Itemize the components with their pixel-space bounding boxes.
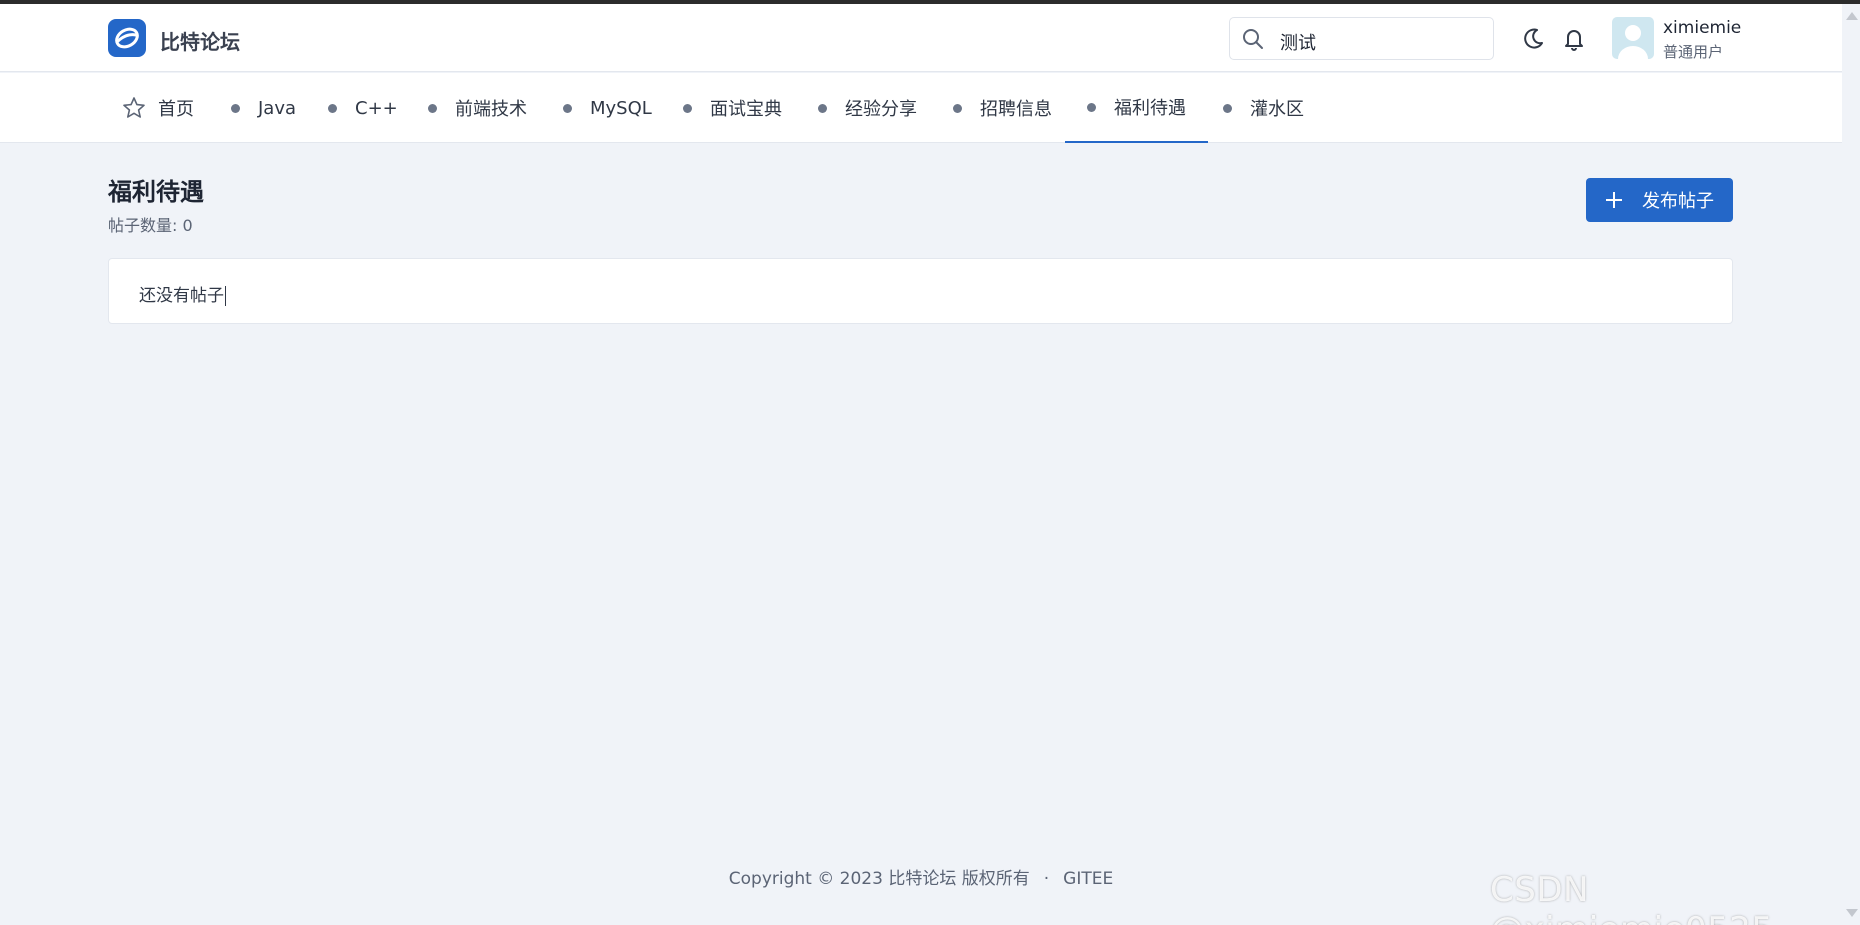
brand-name[interactable]: 比特论坛 — [160, 26, 240, 55]
bullet-icon — [231, 103, 240, 113]
nav-label: Java — [258, 97, 297, 119]
bullet-icon — [1223, 103, 1232, 113]
nav-item-chat[interactable]: 灌水区 — [1223, 73, 1304, 143]
nav-item-home[interactable]: 首页 — [122, 73, 194, 143]
bullet-icon — [428, 103, 437, 113]
copyright-text: Copyright © 2023 比特论坛 版权所有 — [728, 869, 1030, 889]
nav-item-java[interactable]: Java — [231, 73, 296, 143]
search-input[interactable]: 测试 — [1280, 29, 1316, 55]
nav-item-frontend[interactable]: 前端技术 — [428, 73, 527, 143]
vertical-scrollbar[interactable] — [1842, 4, 1860, 925]
bullet-icon — [1087, 102, 1096, 112]
plus-icon — [1606, 192, 1622, 208]
nav-label: 前端技术 — [455, 99, 527, 120]
bullet-icon — [328, 103, 337, 113]
nav-item-jobs[interactable]: 招聘信息 — [953, 73, 1052, 143]
header: 比特论坛 测试 ximiemie 普通用户 — [0, 4, 1842, 72]
logo-icon[interactable] — [108, 19, 146, 57]
search-box[interactable]: 测试 — [1229, 17, 1494, 60]
nav-item-cpp[interactable]: C++ — [328, 73, 398, 143]
nav-label: 经验分享 — [845, 99, 917, 120]
nav-item-mysql[interactable]: MySQL — [563, 73, 652, 143]
publish-post-button[interactable]: 发布帖子 — [1586, 178, 1733, 222]
user-role: 普通用户 — [1663, 43, 1724, 61]
watermark: CSDN @ximiemie0525 — [1490, 870, 1773, 925]
footer-separator: · — [1043, 869, 1050, 889]
bullet-icon — [953, 103, 962, 113]
empty-state: 还没有帖子 — [139, 281, 226, 306]
user-name[interactable]: ximiemie — [1663, 18, 1741, 38]
nav-label: 福利待遇 — [1114, 98, 1186, 119]
post-count: 帖子数量: 0 — [108, 216, 193, 235]
nav-item-interview[interactable]: 面试宝典 — [683, 73, 782, 143]
scroll-up-icon[interactable] — [1846, 12, 1858, 20]
star-icon — [123, 97, 145, 118]
nav-label: 灌水区 — [1250, 99, 1304, 120]
nav-item-benefits[interactable]: 福利待遇 — [1065, 73, 1208, 143]
page: 比特论坛 测试 ximiemie 普通用户 首页 Java C++ 前端技术 M… — [0, 0, 1860, 925]
nav-label: MySQL — [590, 97, 652, 119]
moon-icon[interactable] — [1520, 26, 1546, 52]
gitee-link[interactable]: GITEE — [1063, 869, 1113, 889]
empty-posts-card: 还没有帖子 — [108, 258, 1733, 324]
bell-icon[interactable] — [1561, 26, 1587, 52]
category-nav: 首页 Java C++ 前端技术 MySQL 面试宝典 经验分享 招聘信息 福利… — [0, 73, 1842, 143]
bullet-icon — [563, 103, 572, 113]
search-icon — [1243, 29, 1263, 49]
nav-label: C++ — [355, 97, 398, 119]
nav-label: 面试宝典 — [710, 99, 782, 120]
text-caret — [225, 286, 226, 306]
bullet-icon — [818, 103, 827, 113]
avatar[interactable] — [1612, 17, 1654, 59]
user-avatar-icon — [1618, 25, 1648, 59]
empty-state-text: 还没有帖子 — [139, 286, 224, 306]
nav-item-experience[interactable]: 经验分享 — [818, 73, 917, 143]
nav-label: 首页 — [158, 99, 194, 120]
page-title: 福利待遇 — [108, 178, 204, 206]
bullet-icon — [683, 103, 692, 113]
publish-post-label: 发布帖子 — [1642, 191, 1714, 212]
nav-label: 招聘信息 — [980, 99, 1052, 120]
